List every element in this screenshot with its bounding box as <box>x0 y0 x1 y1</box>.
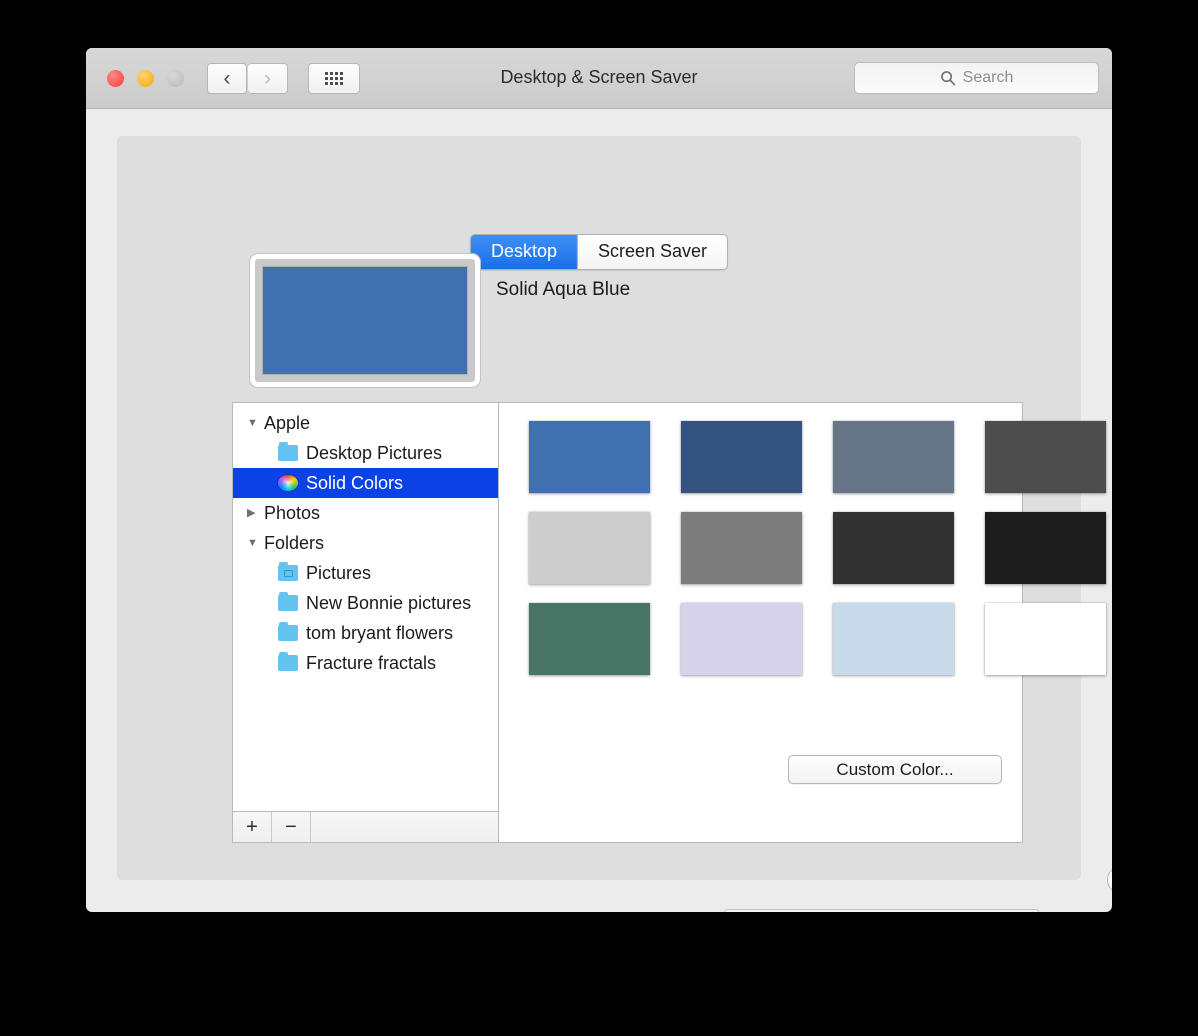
color-swatch[interactable] <box>833 602 954 675</box>
tab-bar: Desktop Screen Saver <box>469 234 729 270</box>
swatch-cell <box>985 411 1106 502</box>
swatch-cell <box>985 502 1106 593</box>
color-swatch[interactable] <box>529 420 650 493</box>
color-wheel-icon <box>278 475 298 491</box>
sidebar-item-photos[interactable]: ▶ Photos <box>233 498 498 528</box>
disclosure-placeholder: ▶ <box>247 448 260 459</box>
sidebar-footer-spacer <box>311 812 498 842</box>
help-button[interactable]: ? <box>1107 866 1112 894</box>
disclosure-placeholder: ▶ <box>247 658 260 669</box>
pictures-folder-icon <box>278 562 298 581</box>
color-swatch[interactable] <box>681 602 802 675</box>
sidebar-item-label: tom bryant flowers <box>306 622 454 643</box>
preferences-panel: Desktop Screen Saver Solid Aqua Blue ▼ A… <box>117 136 1106 912</box>
swatch-area: Custom Color... <box>500 403 1106 842</box>
color-swatch[interactable] <box>985 602 1106 675</box>
swatch-cell <box>833 593 954 684</box>
search-icon <box>940 71 955 86</box>
sidebar-item-label: Pictures <box>306 562 372 583</box>
swatch-cell <box>833 502 954 593</box>
swatch-cell <box>833 411 954 502</box>
swatch-cell <box>529 593 650 684</box>
chevron-right-icon[interactable]: ▶ <box>247 507 260 519</box>
preferences-window: ‹ › Desktop & Screen Saver Search Deskto… <box>86 48 1112 912</box>
sidebar-item-pictures[interactable]: ▶ Pictures <box>233 558 498 588</box>
chevron-down-icon[interactable]: ▼ <box>247 417 260 429</box>
preview-label: Solid Aqua Blue <box>496 279 631 300</box>
sidebar-item-fracture-fractals[interactable]: ▶ Fracture fractals <box>233 648 498 678</box>
sidebar-item-folders[interactable]: ▼ Folders <box>233 528 498 558</box>
source-list: ▼ Apple ▶ Desktop Pictures ▶ Solid Color… <box>233 403 498 678</box>
search-input[interactable]: Search <box>854 62 1099 94</box>
swatch-cell <box>529 502 650 593</box>
swatch-cell <box>681 593 802 684</box>
desktop-preview[interactable] <box>250 254 480 387</box>
sidebar-item-label: Photos <box>264 502 321 523</box>
color-swatch[interactable] <box>985 420 1106 493</box>
disclosure-placeholder: ▶ <box>247 478 260 489</box>
chevron-down-icon[interactable]: ▼ <box>247 537 260 549</box>
disclosure-placeholder: ▶ <box>247 628 260 639</box>
custom-color-button[interactable]: Custom Color... <box>788 755 1002 784</box>
folder-icon <box>278 652 298 671</box>
search-placeholder: Search <box>962 69 1014 86</box>
sidebar-item-label: Folders <box>264 532 325 553</box>
swatch-cell <box>529 411 650 502</box>
disclosure-placeholder: ▶ <box>247 568 260 579</box>
color-swatch[interactable] <box>833 420 954 493</box>
color-swatch[interactable] <box>985 511 1106 584</box>
source-sidebar[interactable]: ▼ Apple ▶ Desktop Pictures ▶ Solid Color… <box>233 403 499 842</box>
sidebar-item-apple[interactable]: ▼ Apple <box>233 408 498 438</box>
sidebar-item-label: Apple <box>264 412 311 433</box>
preview-screen-fill <box>263 267 467 374</box>
sidebar-footer: + − <box>233 811 498 842</box>
folder-icon <box>278 442 298 461</box>
color-swatch[interactable] <box>681 511 802 584</box>
sidebar-item-tom-bryant-flowers[interactable]: ▶ tom bryant flowers <box>233 618 498 648</box>
swatch-cell <box>985 593 1106 684</box>
swatch-cell <box>681 502 802 593</box>
remove-folder-button[interactable]: − <box>272 812 311 842</box>
swatch-cell <box>681 411 802 502</box>
add-folder-button[interactable]: + <box>233 812 272 842</box>
color-swatch[interactable] <box>529 511 650 584</box>
color-swatch-grid <box>529 411 1106 684</box>
sidebar-item-label: New Bonnie pictures <box>306 592 472 613</box>
color-swatch[interactable] <box>529 602 650 675</box>
sidebar-item-solid-colors[interactable]: ▶ Solid Colors <box>233 468 498 498</box>
sidebar-item-label: Desktop Pictures <box>306 442 443 463</box>
folder-icon <box>278 622 298 641</box>
window-titlebar: ‹ › Desktop & Screen Saver Search <box>86 48 1112 109</box>
picture-browser: ▼ Apple ▶ Desktop Pictures ▶ Solid Color… <box>232 402 1106 843</box>
sidebar-item-new-bonnie-pictures[interactable]: ▶ New Bonnie pictures <box>233 588 498 618</box>
color-swatch[interactable] <box>833 511 954 584</box>
sidebar-item-label: Fracture fractals <box>306 652 437 673</box>
folder-icon <box>278 592 298 611</box>
tab-desktop[interactable]: Desktop <box>470 235 577 269</box>
change-interval-select[interactable]: Every 15 minutes ▴▾ <box>723 909 1040 912</box>
sidebar-item-desktop-pictures[interactable]: ▶ Desktop Pictures <box>233 438 498 468</box>
sidebar-item-label: Solid Colors <box>306 472 404 493</box>
color-swatch[interactable] <box>681 420 802 493</box>
disclosure-placeholder: ▶ <box>247 598 260 609</box>
tab-screen-saver[interactable]: Screen Saver <box>576 235 728 269</box>
